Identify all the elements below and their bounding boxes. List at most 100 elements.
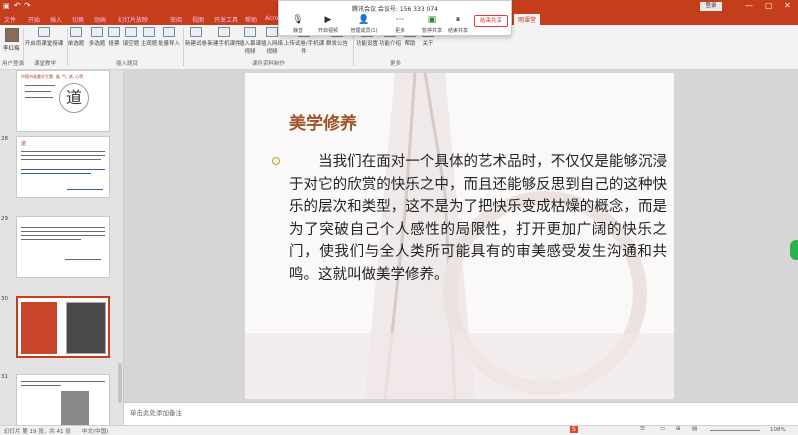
thumbnail-text [21, 231, 105, 232]
slide-canvas-area: 美学修养 当我们在面对一个具体的艺术品时，不仅仅是能够沉浸于对它的欣赏的快乐之中… [124, 70, 798, 402]
group-label-questions: 插入题目 [116, 61, 139, 67]
thumbnail-text [21, 173, 91, 174]
tab-home[interactable]: 开始 [28, 15, 40, 24]
user-name: 李红梅 [3, 46, 20, 52]
end-share-button[interactable]: 结束共享 [474, 15, 508, 27]
thumbnail-text [21, 385, 61, 386]
tab-animations[interactable]: 动画 [94, 15, 106, 24]
thumbnail-text [21, 381, 105, 382]
members-icon: 👤 [358, 15, 370, 25]
tab-view[interactable]: 视图 [192, 15, 204, 24]
thumbnail-text [21, 239, 81, 240]
language-indicator[interactable]: 中文(中国) [82, 427, 108, 435]
question-icon [91, 27, 103, 37]
thumbnail-title: 中国书画美学主题: 道, 气, 逍, 心等 [21, 74, 84, 79]
redo-icon[interactable]: ↷ [24, 1, 31, 10]
avatar[interactable] [5, 28, 19, 42]
thumbnail-title: 道 [21, 141, 27, 147]
video-icon [266, 27, 278, 37]
slide-body: 当我们在面对一个具体的艺术品时，不仅仅是能够沉浸于对它的欣赏的快乐之中，而且还能… [289, 154, 667, 283]
meeting-title: 腾讯会议 会议号: 156 333 074 [351, 6, 438, 13]
portrait-image [66, 302, 106, 354]
slide-counter: 幻灯片 第 19 张，共 41 张 [4, 429, 71, 435]
batch-import-button[interactable]: 批量导入 [156, 27, 182, 47]
class-icon [38, 27, 50, 37]
dao-calligraphy-image: 道 [59, 83, 89, 113]
new-mobile-courseware-button[interactable]: 新建手机课件 [206, 27, 242, 47]
mobile-icon [218, 27, 230, 37]
sorter-view-icon[interactable]: ⊞ [676, 426, 681, 432]
paper-icon [190, 27, 202, 37]
thumbnail-text [21, 169, 105, 170]
screen-share-icon: ▣ [427, 15, 437, 25]
thumbnail-text [21, 227, 105, 228]
slide-thumbnail[interactable]: 中国书画美学主题: 道, 气, 逍, 心等 道 [16, 70, 110, 132]
tab-file[interactable]: 文件 [4, 15, 16, 24]
question-icon [70, 27, 82, 37]
start-class-button[interactable]: 开启雨课堂授课 [24, 27, 64, 47]
meeting-toolbar: 腾讯会议 会议号: 156 333 074 🎙 静音 ▶ 开启视频 👤 管理成员(1)… [278, 0, 512, 36]
zoom-level[interactable]: 108% [770, 427, 786, 433]
notes-pane[interactable]: 单击此处添加备注 [124, 402, 798, 425]
video-button[interactable]: ▶ 开启视频 [315, 15, 341, 34]
zoom-slider[interactable] [710, 430, 760, 431]
thumbnail-text [25, 85, 55, 86]
more-button[interactable]: ··· 更多 [387, 15, 413, 34]
slide-thumbnail[interactable] [16, 374, 110, 426]
thumbnail-text [21, 151, 105, 152]
slide-thumbnail[interactable]: 道 [16, 136, 110, 198]
import-icon [163, 27, 175, 37]
slide-thumbnail[interactable] [16, 216, 110, 278]
mute-button[interactable]: 🎙 静音 [285, 15, 311, 34]
more-icon: ··· [395, 15, 405, 25]
group-label-teaching: 课堂教学 [34, 61, 57, 67]
insert-mooc-video-button[interactable]: 插入慕课视频 [238, 27, 262, 55]
undo-icon[interactable]: ↶ [14, 1, 21, 10]
question-icon [143, 27, 155, 37]
thumbnail-number: 31 [1, 374, 8, 380]
status-bar: 幻灯片 第 19 张，共 41 张 中文(中国) S ☰ ▭ ⊞ ▤ 108% [0, 425, 798, 435]
tab-slideshow[interactable]: 幻灯片放映 [118, 15, 148, 24]
thumbnail-scrollbar[interactable] [118, 363, 122, 403]
members-button[interactable]: 👤 管理成员(1) [349, 15, 379, 34]
thumbnail-text [25, 97, 53, 98]
group-label-login: 用户登录 [2, 61, 25, 67]
book-cover-image [21, 302, 57, 354]
tab-rainclassroom[interactable]: 雨课堂 [514, 14, 541, 25]
group-label-courseware: 课件资料制作 [252, 61, 286, 67]
thumbnail-text [21, 159, 101, 160]
thumbnail-text [25, 91, 51, 92]
share-button[interactable]: 登录 [700, 2, 722, 11]
save-icon[interactable]: ▣ [3, 2, 10, 10]
normal-view-icon[interactable]: ▭ [660, 426, 665, 432]
camera-icon: ▶ [324, 15, 332, 25]
thumbnail-text [21, 155, 105, 156]
pause-button[interactable]: ⏸ 结束共享 [445, 15, 471, 34]
thumbnail-number: 28 [1, 136, 8, 142]
pause-icon: ⏸ [455, 15, 461, 25]
tab-review[interactable]: 审阅 [170, 15, 182, 24]
slideshow-icon[interactable]: ▤ [692, 426, 697, 432]
pause-share-button[interactable]: ▣ 暂停共享 [419, 15, 445, 34]
ime-icon[interactable]: S [570, 426, 578, 433]
portrait-image [61, 391, 89, 425]
text-anchor-icon [272, 157, 280, 165]
floating-assistant-button[interactable] [790, 240, 798, 260]
maximize-button[interactable]: ▢ [765, 1, 773, 10]
tab-developer[interactable]: 开发工具 [214, 15, 238, 24]
question-icon [125, 27, 137, 37]
slide-heading: 美学修养 [289, 114, 357, 134]
close-button[interactable]: ✕ [784, 1, 791, 10]
single-choice-button[interactable]: 单选题 [64, 27, 88, 47]
slide-thumbnail[interactable] [16, 296, 110, 358]
tab-insert[interactable]: 插入 [50, 15, 62, 24]
minimize-button[interactable]: — [745, 1, 753, 10]
tab-transitions[interactable]: 切换 [72, 15, 84, 24]
tab-help[interactable]: 帮助 [245, 15, 257, 24]
thumbnail-text [21, 235, 105, 236]
notes-toggle-icon[interactable]: ☰ [640, 426, 645, 432]
thumbnail-number: 30 [1, 296, 8, 302]
group-label-more: 更多 [390, 61, 402, 67]
video-icon [244, 27, 256, 37]
current-slide[interactable]: 美学修养 当我们在面对一个具体的艺术品时，不仅仅是能够沉浸于对它的欣赏的快乐之中… [245, 73, 674, 399]
